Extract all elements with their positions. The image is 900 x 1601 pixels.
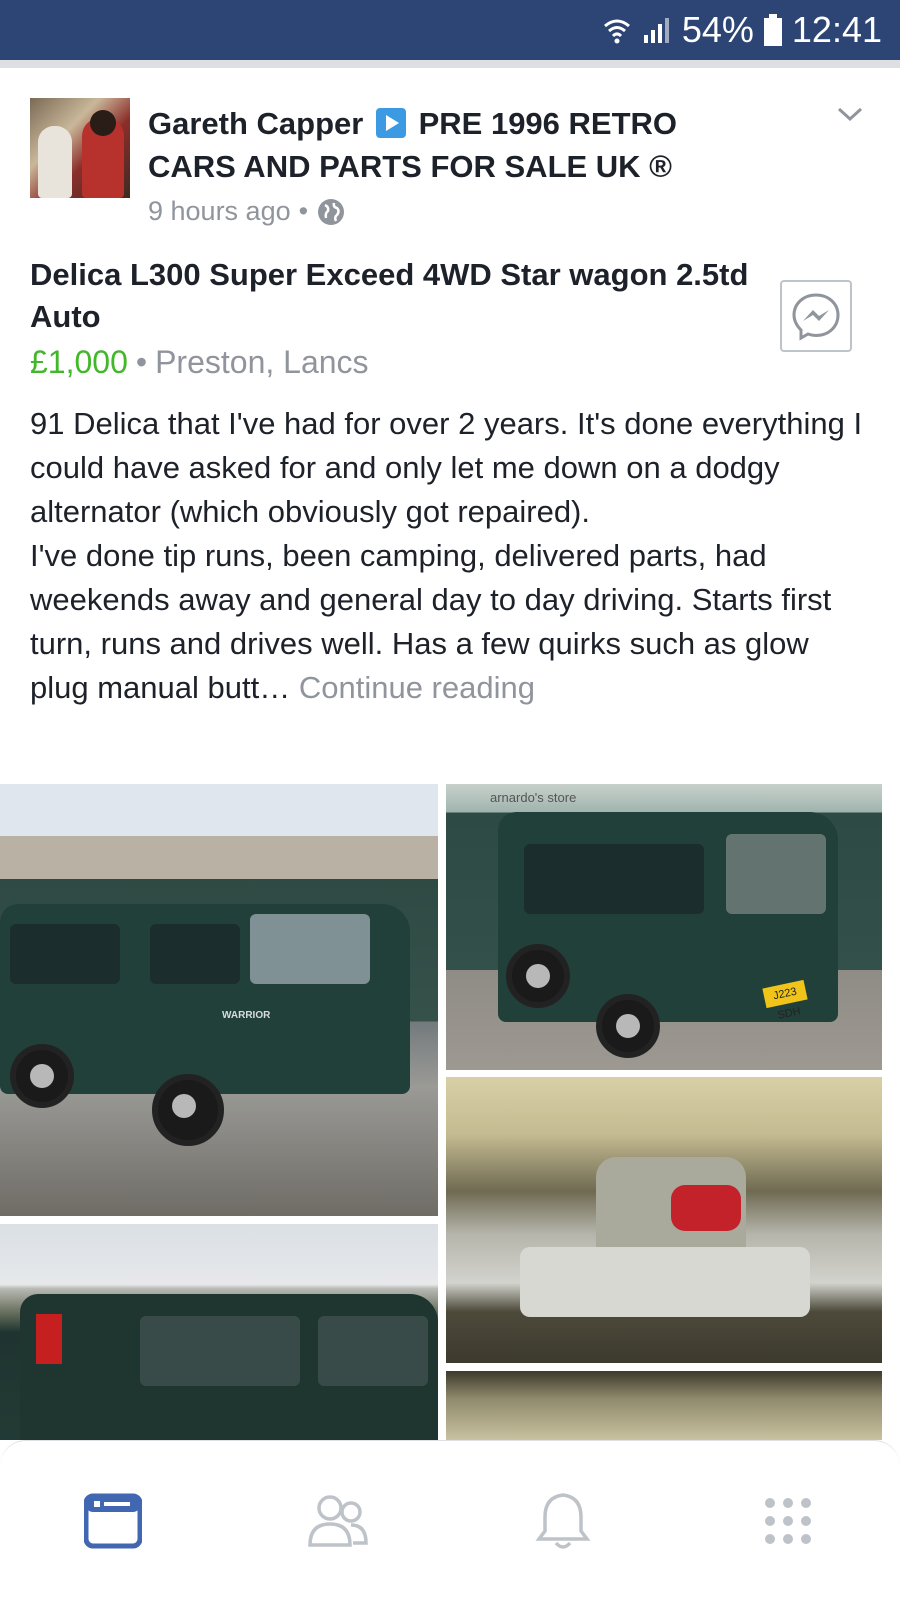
van-wheel xyxy=(596,994,660,1058)
status-bar: 54% 12:41 xyxy=(0,0,900,68)
bottom-tab-bar xyxy=(0,1440,900,1601)
tab-news-feed[interactable] xyxy=(53,1476,173,1566)
price-separator: • xyxy=(135,344,148,380)
news-feed-icon xyxy=(83,1493,142,1549)
van-window xyxy=(524,844,704,914)
notifications-icon xyxy=(535,1493,590,1549)
van-interior-mattress xyxy=(520,1247,810,1317)
friends-icon xyxy=(307,1495,368,1547)
van-window xyxy=(150,924,240,984)
tab-menu[interactable] xyxy=(728,1476,848,1566)
clock: 12:41 xyxy=(791,9,882,50)
wifi-icon xyxy=(603,19,630,44)
listing-photo-2[interactable]: arnardo's store J223 SDH xyxy=(446,784,882,1070)
continue-reading-link[interactable]: Continue reading xyxy=(299,670,535,705)
van-wheel xyxy=(152,1074,224,1146)
listing-photo-1[interactable]: WARRIOR xyxy=(0,784,438,1216)
battery-percent: 54% xyxy=(681,9,754,50)
tab-friends[interactable] xyxy=(278,1476,398,1566)
post-header: Gareth Capper PRE 1996 RETRO CARS AND PA… xyxy=(148,102,748,188)
listing-photo-3[interactable] xyxy=(446,1077,882,1363)
play-arrow-icon xyxy=(375,108,406,138)
listing-location[interactable]: Preston, Lancs xyxy=(155,344,368,380)
price-location-line: £1,000 • Preston, Lancs xyxy=(30,340,369,384)
tab-notifications[interactable] xyxy=(503,1476,623,1566)
listing-price: £1,000 xyxy=(30,344,128,380)
van-window xyxy=(10,924,120,984)
chevron-down-icon[interactable] xyxy=(836,100,864,128)
meta-separator: • xyxy=(298,196,309,226)
van-wheel xyxy=(10,1044,74,1108)
listing-title[interactable]: Delica L300 Super Exceed 4WD Star wagon … xyxy=(30,254,750,338)
globe-icon xyxy=(318,198,345,225)
postbox xyxy=(36,1314,62,1364)
menu-grid-icon xyxy=(764,1498,811,1544)
post-timestamp[interactable]: 9 hours ago xyxy=(148,196,291,227)
van-wheel xyxy=(506,944,570,1008)
status-indicators: 54% 12:41 xyxy=(602,8,882,52)
author-name[interactable]: Gareth Capper xyxy=(148,106,363,141)
avatar-figure-left xyxy=(38,126,72,198)
post-meta: 9 hours ago • xyxy=(148,196,346,227)
messenger-icon xyxy=(792,293,840,341)
signal-icon xyxy=(643,18,669,43)
description-text: 91 Delica that I've had for over 2 years… xyxy=(30,406,863,705)
listing-photo-5[interactable] xyxy=(446,1371,882,1440)
divider xyxy=(0,60,900,68)
author-avatar[interactable] xyxy=(30,98,130,198)
avatar-hair xyxy=(90,110,116,136)
van-windscreen xyxy=(250,914,370,984)
message-seller-button[interactable] xyxy=(780,280,852,352)
listing-photo-4[interactable] xyxy=(0,1224,438,1440)
van-window xyxy=(318,1316,428,1386)
red-bag xyxy=(671,1185,741,1231)
shop-sign: arnardo's store xyxy=(490,790,577,805)
van-rear-window xyxy=(726,834,826,914)
van-badge: WARRIOR xyxy=(222,1010,271,1021)
van-window xyxy=(140,1316,300,1386)
listing-description: 91 Delica that I've had for over 2 years… xyxy=(30,402,870,710)
battery-icon xyxy=(763,14,782,46)
